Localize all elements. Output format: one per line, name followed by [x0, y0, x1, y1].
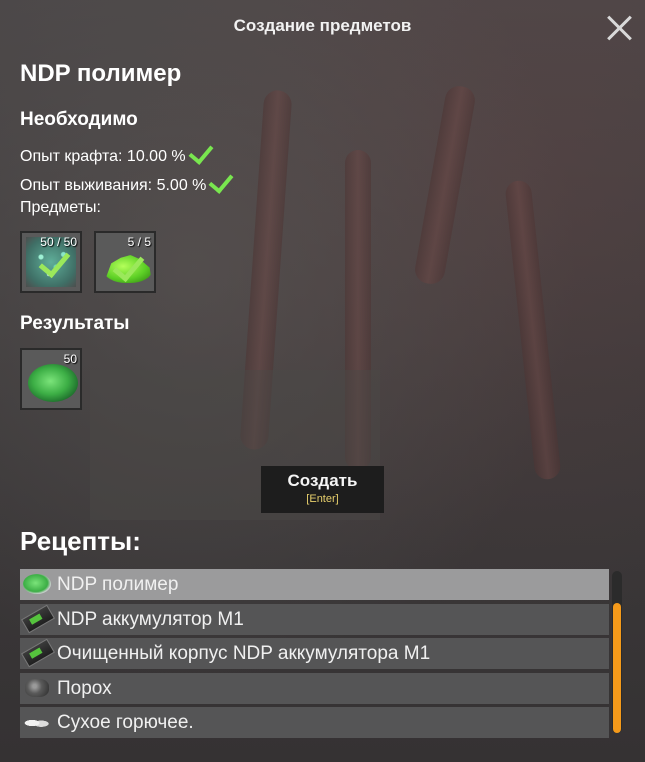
battery-icon: [21, 604, 55, 633]
slot-count: 50 / 50: [40, 235, 77, 249]
recipe-label: Сухое горючее.: [57, 712, 194, 733]
recipe-item-battery-case[interactable]: Очищенный корпус NDP аккумулятора M1: [20, 638, 609, 669]
close-icon[interactable]: [606, 14, 634, 42]
survival-exp-text: Опыт выживания: 5.00 %: [20, 177, 207, 194]
recipe-item-ndp-battery[interactable]: NDP аккумулятор M1: [20, 603, 609, 635]
craft-exp-line: Опыт крафта: 10.00 %: [20, 139, 214, 166]
item-title: NDP полимер: [20, 60, 182, 87]
window-title: Создание предметов: [233, 16, 412, 35]
recipe-label: Очищенный корпус NDP аккумулятора M1: [57, 643, 431, 664]
result-slot-ndp-polymer[interactable]: 50: [20, 348, 82, 410]
recipe-item-ndp-polymer[interactable]: NDP полимер: [20, 569, 609, 600]
recipe-label: NDP полимер: [57, 574, 179, 595]
create-button-label: Создать: [287, 471, 358, 490]
items-label: Предметы:: [20, 199, 101, 216]
recipes-list: NDP полимер NDP аккумулятор M1 Очищенный…: [20, 569, 609, 742]
create-button-hotkey: [Enter]: [306, 493, 339, 505]
battery-case-icon: [21, 638, 55, 668]
craft-exp-text: Опыт крафта: 10.00 %: [20, 148, 186, 165]
ndp-polymer-icon: [28, 364, 78, 402]
ndp-polymer-icon: [23, 574, 51, 594]
recipe-item-gunpowder[interactable]: Порох: [20, 672, 609, 704]
ingredient-slot-crystal-dust[interactable]: 50 / 50: [20, 231, 82, 293]
recipes-heading: Рецепты:: [20, 526, 141, 556]
dry-fuel-icon: [23, 716, 49, 730]
slot-count: 50: [63, 352, 77, 366]
scrollbar-thumb[interactable]: [613, 603, 621, 733]
create-button[interactable]: Создать [Enter]: [261, 466, 384, 513]
recipe-item-dry-fuel[interactable]: Сухое горючее.: [20, 707, 609, 738]
gunpowder-icon: [25, 678, 49, 697]
recipe-label: NDP аккумулятор M1: [57, 608, 244, 630]
slot-count: 5 / 5: [127, 235, 151, 249]
recipes-scrollbar[interactable]: [612, 571, 622, 733]
recipe-label: Порох: [57, 677, 112, 699]
survival-exp-line: Опыт выживания: 5.00 %: [20, 168, 234, 195]
results-heading: Результаты: [20, 313, 130, 334]
requirements-heading: Необходимо: [20, 109, 138, 130]
ingredient-slot-green-gel[interactable]: 5 / 5: [94, 231, 156, 293]
